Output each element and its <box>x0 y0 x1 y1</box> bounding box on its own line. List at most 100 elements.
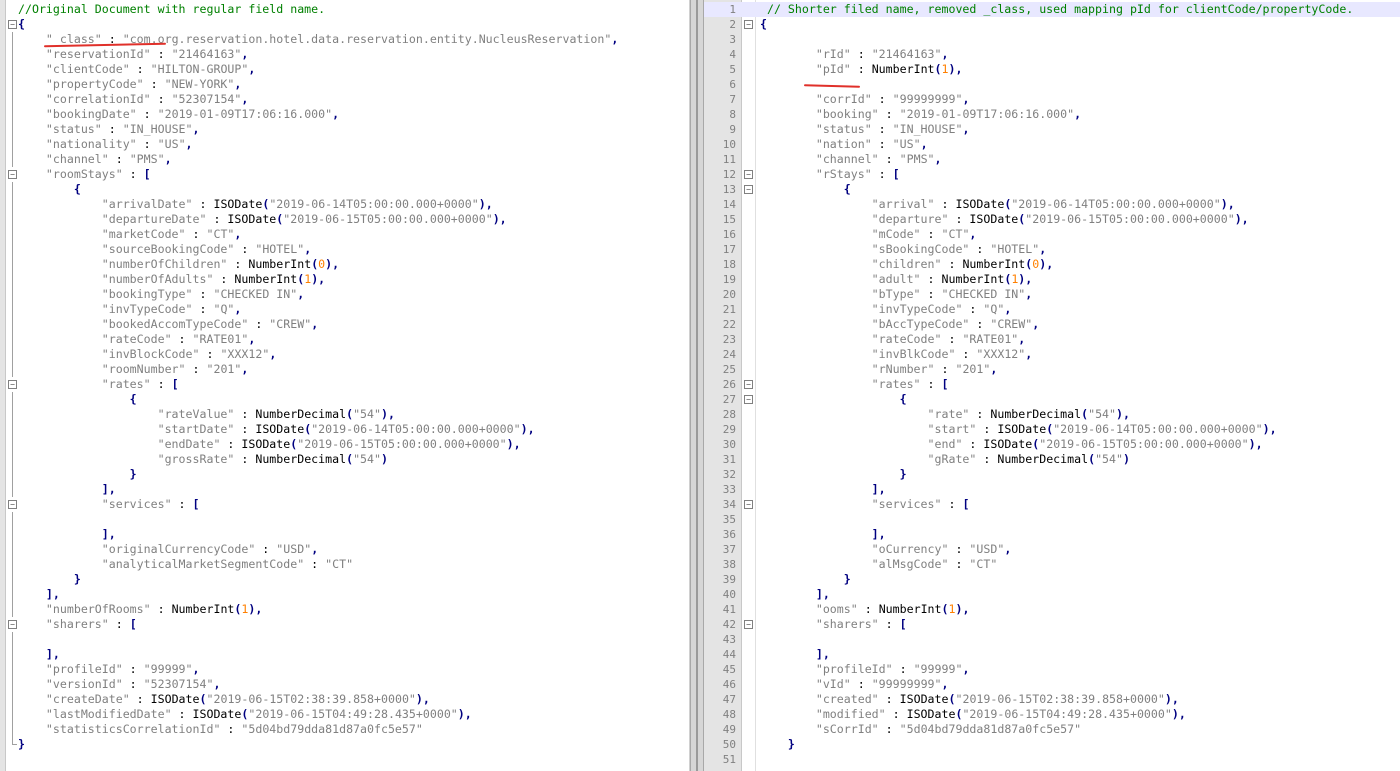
left-code-line[interactable]: "rateValue" : NumberDecimal("54"), <box>0 407 689 422</box>
right-code-line[interactable]: 16 "mCode" : "CT", <box>704 227 1400 242</box>
left-code-line[interactable]: "startDate" : ISODate("2019-06-14T05:00:… <box>0 422 689 437</box>
right-code-line[interactable]: 44 ], <box>704 647 1400 662</box>
fold-toggle-icon[interactable]: − <box>744 395 753 404</box>
fold-toggle-icon[interactable]: − <box>8 500 17 509</box>
left-code-line[interactable]: "versionId" : "52307154", <box>0 677 689 692</box>
right-code-line[interactable]: 20 "bType" : "CHECKED IN", <box>704 287 1400 302</box>
right-code-line[interactable]: 31 "gRate" : NumberDecimal("54") <box>704 452 1400 467</box>
right-code-line[interactable]: 5 "pId" : NumberInt(1), <box>704 62 1400 77</box>
left-code-line[interactable]: //Original Document with regular field n… <box>0 2 689 17</box>
right-code-line[interactable]: 21 "invTypeCode" : "Q", <box>704 302 1400 317</box>
right-code-line[interactable]: 11 "channel" : "PMS", <box>704 152 1400 167</box>
left-code-line[interactable]: "correlationId" : "52307154", <box>0 92 689 107</box>
left-code-line[interactable]: "bookingDate" : "2019-01-09T17:06:16.000… <box>0 107 689 122</box>
left-code-line[interactable]: "createDate" : ISODate("2019-06-15T02:38… <box>0 692 689 707</box>
right-code-line[interactable]: 51 <box>704 752 1400 767</box>
left-code-line[interactable]: "sourceBookingCode" : "HOTEL", <box>0 242 689 257</box>
right-code-line[interactable]: 38 "alMsgCode" : "CT" <box>704 557 1400 572</box>
right-code-line[interactable]: 28 "rate" : NumberDecimal("54"), <box>704 407 1400 422</box>
right-code-line[interactable]: 43 <box>704 632 1400 647</box>
right-code-line[interactable]: 13− { <box>704 182 1400 197</box>
fold-toggle-icon[interactable]: − <box>8 380 17 389</box>
fold-toggle-icon[interactable]: − <box>744 185 753 194</box>
left-code-line[interactable]: ], <box>0 482 689 497</box>
left-code-line[interactable]: } <box>0 737 689 752</box>
left-code-line[interactable]: ], <box>0 527 689 542</box>
right-code-line[interactable]: 40 ], <box>704 587 1400 602</box>
left-code-line[interactable]: ], <box>0 647 689 662</box>
left-code-line[interactable]: "invBlockCode" : "XXX12", <box>0 347 689 362</box>
right-code-line[interactable]: 7 "corrId" : "99999999", <box>704 92 1400 107</box>
right-code-line[interactable]: 29 "start" : ISODate("2019-06-14T05:00:0… <box>704 422 1400 437</box>
left-code-line[interactable]: "status" : "IN_HOUSE", <box>0 122 689 137</box>
fold-toggle-icon[interactable]: − <box>744 500 753 509</box>
right-code-line[interactable]: 26− "rates" : [ <box>704 377 1400 392</box>
left-code-line[interactable]: − "rates" : [ <box>0 377 689 392</box>
pane-splitter[interactable] <box>690 0 704 771</box>
left-code-line[interactable]: −{ <box>0 17 689 32</box>
left-code-line[interactable]: "channel" : "PMS", <box>0 152 689 167</box>
left-code-line[interactable]: "endDate" : ISODate("2019-06-15T05:00:00… <box>0 437 689 452</box>
left-code-line[interactable]: "grossRate" : NumberDecimal("54") <box>0 452 689 467</box>
right-code-line[interactable]: 19 "adult" : NumberInt(1), <box>704 272 1400 287</box>
left-code-line[interactable]: "marketCode" : "CT", <box>0 227 689 242</box>
left-code-line[interactable] <box>0 632 689 647</box>
right-code-line[interactable]: 27− { <box>704 392 1400 407</box>
right-code-line[interactable]: 4 "rId" : "21464163", <box>704 47 1400 62</box>
left-code-line[interactable]: "statisticsCorrelationId" : "5d04bd79dda… <box>0 722 689 737</box>
left-code-line[interactable] <box>0 512 689 527</box>
right-code-line[interactable]: 12− "rStays" : [ <box>704 167 1400 182</box>
fold-toggle-icon[interactable]: − <box>8 620 17 629</box>
left-code-line[interactable]: "bookedAccomTypeCode" : "CREW", <box>0 317 689 332</box>
left-code-line[interactable]: "departureDate" : ISODate("2019-06-15T05… <box>0 212 689 227</box>
left-code-line[interactable]: − "services" : [ <box>0 497 689 512</box>
left-code-line[interactable]: { <box>0 392 689 407</box>
right-code-line[interactable]: 24 "invBlkCode" : "XXX12", <box>704 347 1400 362</box>
right-code-line[interactable]: 34− "services" : [ <box>704 497 1400 512</box>
right-code-line[interactable]: 9 "status" : "IN_HOUSE", <box>704 122 1400 137</box>
right-code-line[interactable]: 48 "modified" : ISODate("2019-06-15T04:4… <box>704 707 1400 722</box>
right-code-line[interactable]: 18 "children" : NumberInt(0), <box>704 257 1400 272</box>
left-code-line[interactable]: "originalCurrencyCode" : "USD", <box>0 542 689 557</box>
right-code-line[interactable]: 23 "rateCode" : "RATE01", <box>704 332 1400 347</box>
left-code-line[interactable]: "roomNumber" : "201", <box>0 362 689 377</box>
right-code-line[interactable]: 3 <box>704 32 1400 47</box>
left-code-line[interactable]: { <box>0 182 689 197</box>
fold-toggle-icon[interactable]: − <box>744 170 753 179</box>
fold-toggle-icon[interactable]: − <box>744 380 753 389</box>
left-code-line[interactable]: } <box>0 572 689 587</box>
left-code-line[interactable]: "arrivalDate" : ISODate("2019-06-14T05:0… <box>0 197 689 212</box>
fold-toggle-icon[interactable]: − <box>8 20 17 29</box>
right-code-line[interactable]: 42− "sharers" : [ <box>704 617 1400 632</box>
fold-toggle-icon[interactable]: − <box>744 20 753 29</box>
left-code-line[interactable]: "rateCode" : "RATE01", <box>0 332 689 347</box>
left-code-line[interactable]: − "sharers" : [ <box>0 617 689 632</box>
left-code-line[interactable]: "profileId" : "99999", <box>0 662 689 677</box>
left-code-line[interactable]: "clientCode" : "HILTON-GROUP", <box>0 62 689 77</box>
left-code-line[interactable]: "bookingType" : "CHECKED IN", <box>0 287 689 302</box>
right-code-line[interactable]: 47 "created" : ISODate("2019-06-15T02:38… <box>704 692 1400 707</box>
right-code-line[interactable]: 8 "booking" : "2019-01-09T17:06:16.000", <box>704 107 1400 122</box>
left-code-line[interactable]: − "roomStays" : [ <box>0 167 689 182</box>
left-code-line[interactable]: "numberOfRooms" : NumberInt(1), <box>0 602 689 617</box>
right-code-line[interactable]: 1 // Shorter filed name, removed _class,… <box>704 2 1400 17</box>
right-code-line[interactable]: 45 "profileId" : "99999", <box>704 662 1400 677</box>
right-code-line[interactable]: 49 "sCorrId" : "5d04bd79dda81d87a0fc5e57… <box>704 722 1400 737</box>
right-editor-pane[interactable]: 1 // Shorter filed name, removed _class,… <box>704 0 1400 771</box>
right-code-line[interactable]: 46 "vId" : "99999999", <box>704 677 1400 692</box>
right-code-line[interactable]: 15 "departure" : ISODate("2019-06-15T05:… <box>704 212 1400 227</box>
left-code-line[interactable]: "reservationId" : "21464163", <box>0 47 689 62</box>
left-code-line[interactable]: "numberOfAdults" : NumberInt(1), <box>0 272 689 287</box>
right-code-line[interactable]: 25 "rNumber" : "201", <box>704 362 1400 377</box>
right-code-line[interactable]: 39 } <box>704 572 1400 587</box>
right-code-line[interactable]: 36 ], <box>704 527 1400 542</box>
right-code-line[interactable]: 10 "nation" : "US", <box>704 137 1400 152</box>
left-editor-pane[interactable]: //Original Document with regular field n… <box>0 0 690 771</box>
right-code-line[interactable]: 22 "bAccTypeCode" : "CREW", <box>704 317 1400 332</box>
left-code-line[interactable]: "lastModifiedDate" : ISODate("2019-06-15… <box>0 707 689 722</box>
right-code-line[interactable]: 17 "sBookingCode" : "HOTEL", <box>704 242 1400 257</box>
fold-toggle-icon[interactable]: − <box>744 620 753 629</box>
right-code-line[interactable]: 41 "ooms" : NumberInt(1), <box>704 602 1400 617</box>
right-code-line[interactable]: 14 "arrival" : ISODate("2019-06-14T05:00… <box>704 197 1400 212</box>
right-code-line[interactable]: 35 <box>704 512 1400 527</box>
